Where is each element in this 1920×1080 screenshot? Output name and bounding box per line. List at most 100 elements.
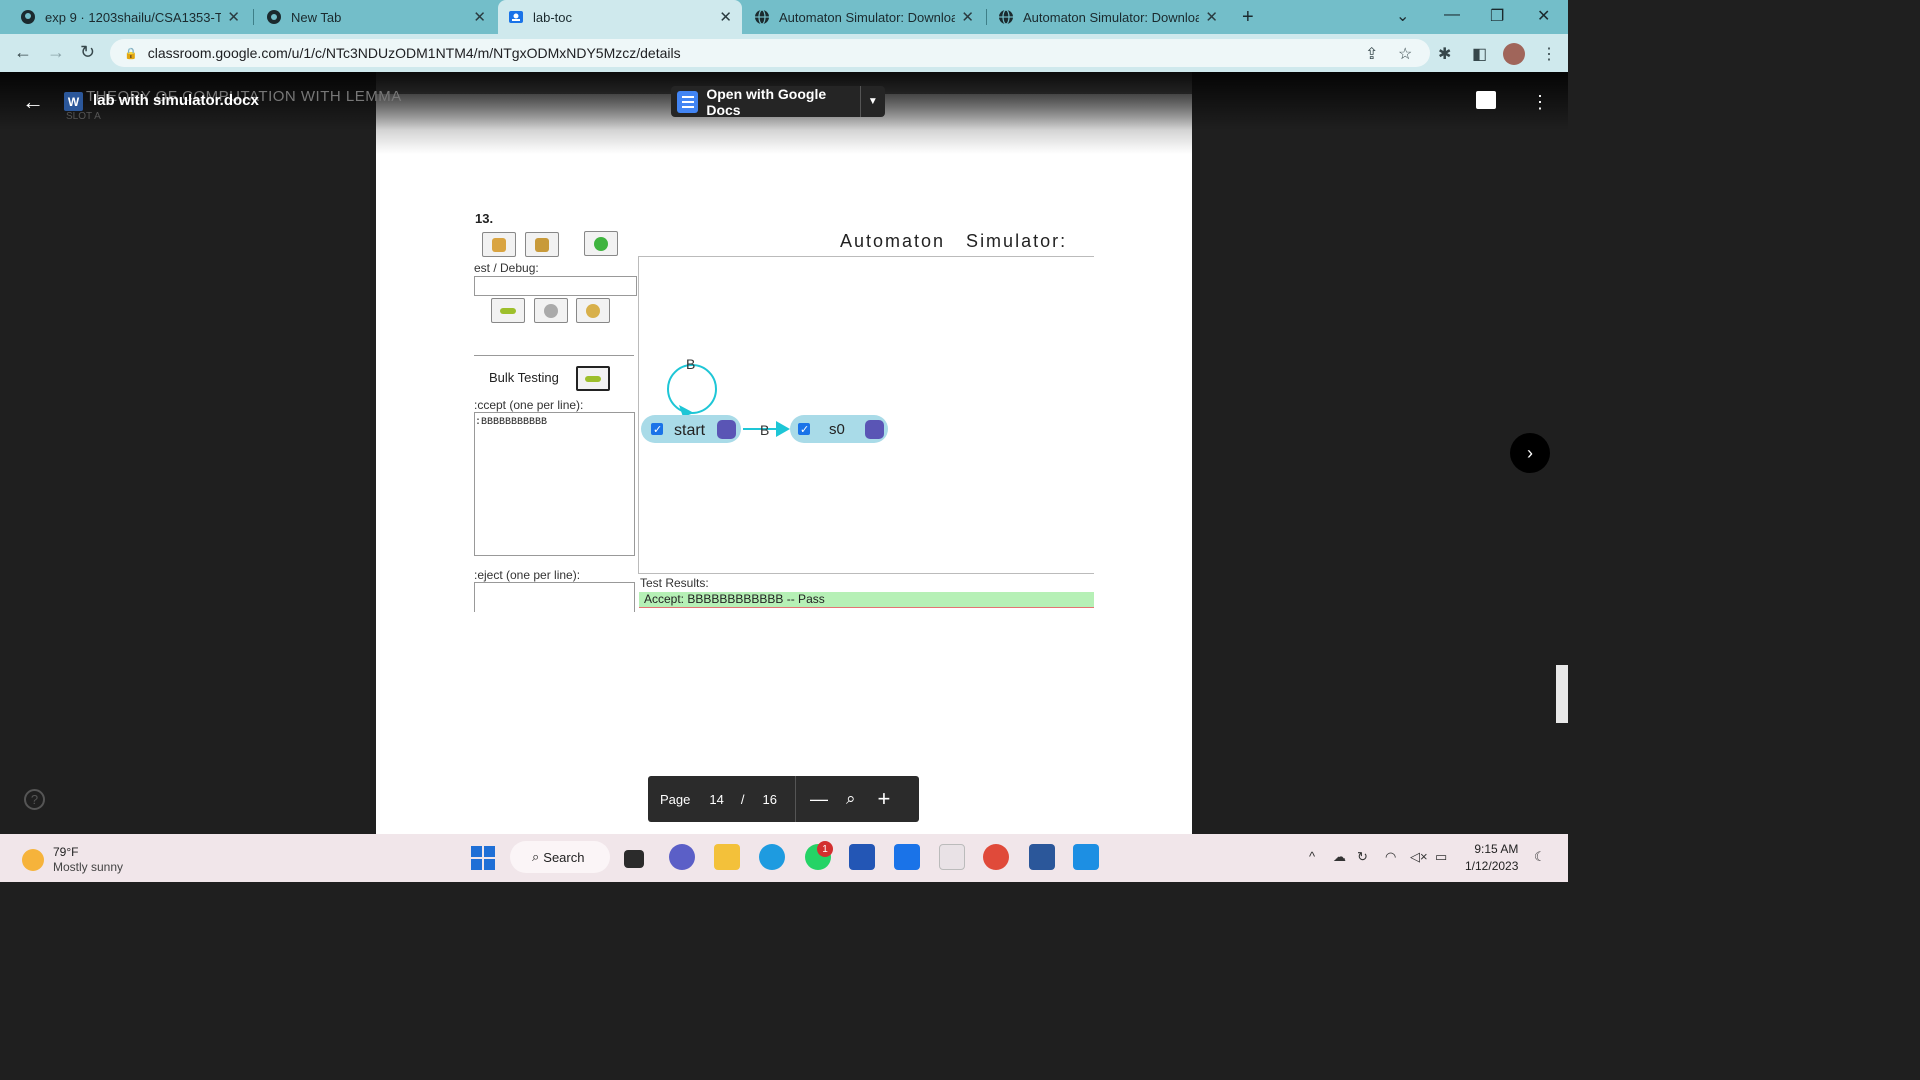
side-panel-icon[interactable]: ◧ (1472, 44, 1487, 64)
print-icon[interactable] (1476, 91, 1496, 109)
url-text: classroom.google.com/u/1/c/NTc3NDUzODM1N… (147, 45, 681, 61)
close-icon[interactable]: ✕ (719, 8, 732, 26)
tab-title: lab-toc (533, 9, 573, 25)
edge-icon[interactable] (759, 844, 785, 870)
classroom-icon (508, 9, 524, 25)
help-icon[interactable]: ? (24, 789, 45, 810)
divider (474, 355, 634, 356)
zoom-out-icon[interactable]: — (810, 789, 828, 810)
profile-avatar[interactable] (1503, 43, 1525, 65)
divider (794, 776, 796, 822)
chrome-menu-icon[interactable]: ⋮ (1541, 44, 1557, 64)
chrome-icon (266, 9, 282, 25)
tab-new-tab[interactable]: New Tab ✕ (256, 0, 496, 34)
scrollbar-thumb[interactable] (1556, 665, 1568, 723)
load-icon (535, 237, 549, 252)
photos-icon[interactable] (1073, 844, 1099, 870)
share-icon[interactable]: ⇪ (1365, 44, 1378, 64)
tab-lab-toc[interactable]: lab-toc ✕ (498, 0, 742, 34)
word-file-icon: W (64, 92, 83, 111)
accept-label: :ccept (one per line): (474, 398, 584, 412)
forward-icon[interactable]: → (47, 42, 65, 63)
sim-step-button (534, 298, 568, 323)
tab-separator (253, 9, 254, 25)
bookmark-star-icon[interactable]: ☆ (1398, 44, 1412, 64)
arrow-right-icon (585, 375, 601, 382)
notifications-icon[interactable]: ☾ (1534, 849, 1546, 865)
tab-automaton-2[interactable]: Automaton Simulator: Download ✕ (988, 0, 1228, 34)
temperature: 79°F (53, 845, 79, 859)
sync-icon[interactable]: ↻ (1357, 849, 1368, 865)
tab-strip: exp 9 · 1203shailu/CSA1353-TOC ✕ New Tab… (0, 0, 1568, 34)
search-label: Search (543, 849, 585, 865)
restore-icon[interactable]: ❐ (1490, 6, 1504, 26)
file-name: lab with simulator.docx (93, 92, 259, 109)
magnifier-play-icon (586, 303, 600, 318)
tab-title: Automaton Simulator: Download (779, 9, 956, 25)
onedrive-icon[interactable]: ☁ (1333, 849, 1346, 865)
tab-github[interactable]: exp 9 · 1203shailu/CSA1353-TOC ✕ (10, 0, 250, 34)
next-file-button[interactable]: › (1510, 433, 1550, 473)
back-icon[interactable]: ← (14, 42, 32, 63)
wifi-icon[interactable]: ◠ (1385, 849, 1396, 865)
battery-icon[interactable]: ▭ (1435, 849, 1447, 865)
close-icon[interactable]: ✕ (473, 8, 486, 26)
windows-start-icon[interactable] (470, 845, 496, 871)
search-icon: ⌕ (532, 849, 540, 864)
chevron-down-icon[interactable]: ▼ (859, 86, 885, 117)
task-view-icon[interactable] (624, 850, 644, 868)
open-with-label: Open with Google Docs (706, 85, 827, 118)
reload-icon[interactable]: ↻ (80, 42, 95, 63)
check-icon: ✓ (800, 423, 809, 436)
state-start-label: start (674, 422, 706, 439)
teams-chat-icon[interactable] (669, 844, 695, 870)
extensions-icon[interactable]: ✱ (1438, 44, 1451, 64)
plus-icon (594, 236, 608, 251)
clock-time: 9:15 AM (1474, 842, 1519, 856)
state-s0-label: s0 (829, 421, 845, 438)
tab-search-chevron-icon[interactable]: ⌄ (1396, 6, 1409, 26)
taskbar-clock[interactable]: 9:15 AM 1/12/2023 (1465, 841, 1518, 875)
tab-title: Automaton Simulator: Download (1023, 9, 1200, 25)
close-icon[interactable]: ✕ (227, 8, 240, 26)
taskbar-search[interactable]: ⌕ Search (510, 841, 610, 873)
tab-automaton-1[interactable]: Automaton Simulator: Download ✕ (744, 0, 984, 34)
github-icon (20, 9, 36, 25)
java-icon[interactable] (939, 844, 965, 870)
state-start-final-toggle (717, 420, 736, 439)
chrome-taskbar-icon[interactable] (983, 844, 1009, 870)
weather-condition: Mostly sunny (53, 860, 124, 874)
minimize-icon[interactable]: — (1444, 6, 1460, 24)
globe-icon (754, 9, 770, 25)
page-current[interactable]: 14 (709, 792, 723, 807)
sim-load-button (525, 232, 559, 257)
simulator-title: Automaton Simulator: (840, 231, 1068, 251)
notification-badge: 1 (817, 841, 833, 857)
tab-title: New Tab (291, 9, 342, 25)
window-close-icon[interactable]: ✕ (1537, 6, 1550, 26)
page-label: Page (660, 791, 691, 807)
word-taskbar-icon[interactable] (1029, 844, 1055, 870)
file-explorer-icon[interactable] (714, 844, 740, 870)
close-icon[interactable]: ✕ (961, 8, 974, 26)
mail-icon[interactable] (894, 844, 920, 870)
new-tab-button[interactable]: + (1242, 6, 1254, 29)
chevron-up-icon[interactable]: ^ (1309, 849, 1315, 864)
self-loop-transition (667, 364, 717, 414)
self-loop-label: B (686, 356, 695, 372)
sim-run-button (491, 298, 525, 323)
zoom-icon[interactable]: ⌕ (846, 789, 856, 809)
sun-icon (22, 849, 44, 871)
zoom-in-icon[interactable]: + (877, 786, 890, 812)
bulk-run-button (576, 366, 610, 391)
store-icon[interactable] (849, 844, 875, 870)
check-icon: ✓ (653, 423, 662, 436)
close-icon[interactable]: ✕ (1205, 8, 1218, 26)
bulk-testing-label: Bulk Testing (489, 370, 559, 385)
more-options-icon[interactable]: ⋮ (1531, 92, 1549, 113)
speaker-muted-icon[interactable]: ◁× (1410, 849, 1428, 865)
address-bar[interactable]: 🔒 classroom.google.com/u/1/c/NTc3NDUzODM… (110, 39, 1430, 67)
open-with-google-docs-button[interactable]: Open with Google Docs ▼ (671, 85, 885, 118)
viewer-back-icon[interactable]: ← (22, 89, 44, 115)
sim-step-all-button (576, 298, 610, 323)
